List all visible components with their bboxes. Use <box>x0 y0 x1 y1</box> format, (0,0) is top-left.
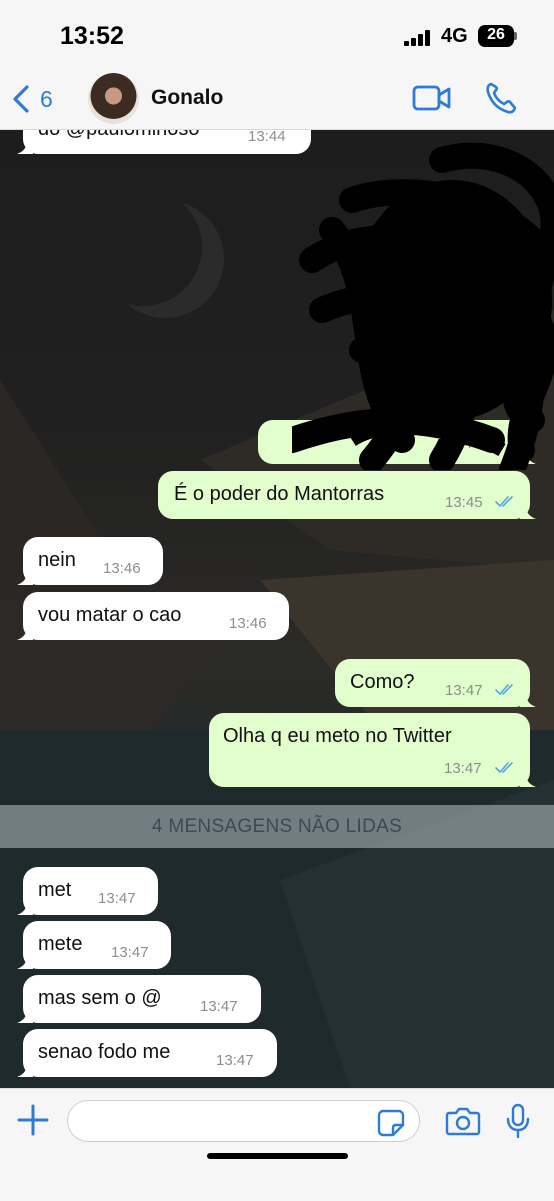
status-time: 13:52 <box>60 22 124 50</box>
chevron-left-icon <box>13 85 29 113</box>
message-bubble-incoming[interactable]: mete 13:47 <box>17 921 171 969</box>
status-bar: 13:52 4G 26 <box>0 0 554 70</box>
video-camera-icon[interactable] <box>412 80 452 116</box>
home-indicator <box>207 1153 348 1159</box>
message-text: Olha q eu meto no Twitter <box>223 725 452 747</box>
message-bubble-incoming[interactable]: do @paulominoso 13:44 <box>17 130 311 154</box>
plus-icon[interactable] <box>16 1103 50 1137</box>
network-type: 4G <box>441 25 468 47</box>
battery-icon: 26 <box>478 25 514 47</box>
message-text: do @paulominoso <box>38 130 200 141</box>
bubble-tail <box>17 140 33 154</box>
bubble-tail <box>520 505 536 519</box>
signal-icon <box>404 29 434 46</box>
sticker-icon[interactable] <box>377 1109 405 1137</box>
bubble-tail <box>17 1063 33 1077</box>
message-time: 13:47 <box>444 760 482 777</box>
message-bubble-outgoing[interactable]: Olha q eu meto no Twitter 13:47 <box>209 713 536 787</box>
battery-level: 26 <box>487 26 505 43</box>
message-text: mas sem o @ <box>38 987 162 1009</box>
message-time: 13:45 <box>445 494 483 511</box>
message-composer <box>0 1088 554 1201</box>
message-time: 13:46 <box>103 560 141 577</box>
message-text: É o poder do Mantorras <box>174 483 385 505</box>
chat-area[interactable]: do @paulominoso 13:44 13:4 É o poder do … <box>0 130 554 1088</box>
unread-messages-banner: 4 MENSAGENS NÃO LIDAS <box>0 805 554 848</box>
message-time: 13:47 <box>111 944 149 961</box>
message-text: mete <box>38 933 83 955</box>
message-bubble-incoming[interactable]: senao fodo me 13:47 <box>17 1029 277 1077</box>
message-bubble-incoming[interactable]: mas sem o @ 13:47 <box>17 975 261 1023</box>
unread-chats-count: 6 <box>40 85 53 112</box>
message-time: 13:44 <box>248 130 286 145</box>
double-check-icon <box>495 762 513 774</box>
message-input[interactable] <box>67 1100 420 1142</box>
message-time: 13:47 <box>200 998 238 1015</box>
message-time: 13:46 <box>229 615 267 632</box>
double-check-icon <box>495 684 513 696</box>
bubble-tail <box>520 693 536 707</box>
microphone-icon[interactable] <box>506 1103 530 1139</box>
message-time: 13:47 <box>216 1052 254 1069</box>
bubble-tail <box>17 901 33 915</box>
message-text: senao fodo me <box>38 1041 171 1063</box>
moon-icon <box>84 188 202 306</box>
message-text: vou matar o cao <box>38 604 182 626</box>
message-text: met <box>38 879 72 901</box>
bubble-tail <box>17 955 33 969</box>
bubble-tail <box>520 773 536 787</box>
double-check-icon <box>495 496 513 508</box>
message-bubble-incoming[interactable]: nein 13:46 <box>17 537 163 585</box>
phone-icon[interactable] <box>484 80 516 116</box>
contact-name[interactable]: Gonalo <box>151 86 223 110</box>
message-text: Como? <box>350 671 415 693</box>
bubble-tail <box>17 571 33 585</box>
message-bubble-incoming[interactable]: vou matar o cao 13:46 <box>17 592 289 640</box>
message-bubble-outgoing[interactable]: Como? 13:47 <box>335 659 536 707</box>
redaction-scribble <box>292 142 554 470</box>
back-button[interactable]: 6 <box>10 82 53 116</box>
unread-banner-text: 4 MENSAGENS NÃO LIDAS <box>151 816 403 837</box>
camera-icon[interactable] <box>445 1106 481 1136</box>
message-time: 13:47 <box>445 682 483 699</box>
message-time: 13:47 <box>98 890 136 907</box>
bubble-tail <box>17 626 33 640</box>
message-bubble-outgoing[interactable]: É o poder do Mantorras 13:45 <box>158 471 536 519</box>
chat-header: 6 Gonalo <box>0 70 554 130</box>
message-text: nein <box>38 549 76 571</box>
message-bubble-incoming[interactable]: met 13:47 <box>17 867 158 915</box>
avatar[interactable] <box>88 73 139 124</box>
bubble-tail <box>17 1009 33 1023</box>
battery-tip <box>514 32 517 40</box>
